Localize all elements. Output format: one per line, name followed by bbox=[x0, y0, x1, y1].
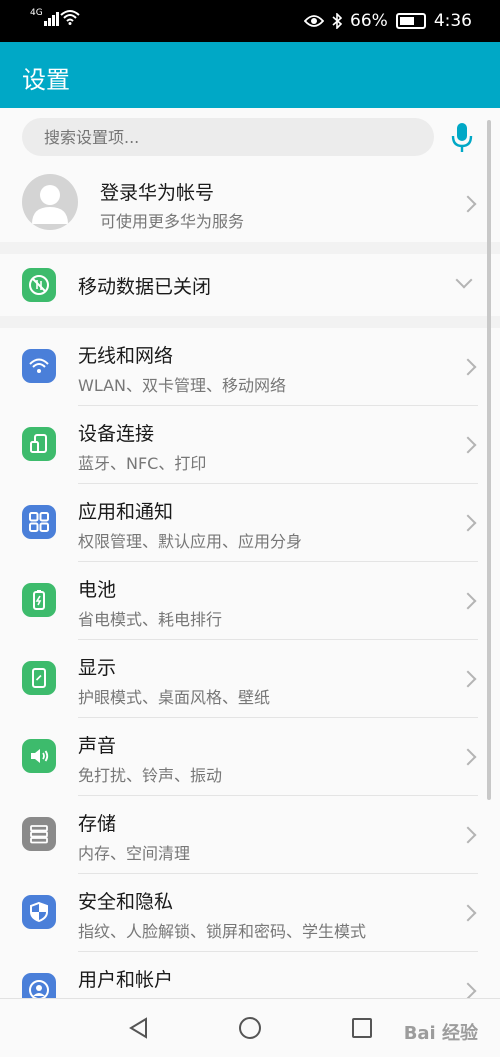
sound-icon bbox=[22, 739, 56, 773]
mobile-data-inner bbox=[0, 254, 500, 316]
apps-icon bbox=[22, 505, 56, 539]
settings-content[interactable]: 登录华为帐号 可使用更多华为服务 移动数据已关闭 无线和网络 WLAN、 bbox=[0, 108, 500, 998]
list-item-wireless[interactable]: 无线和网络 WLAN、双卡管理、移动网络 bbox=[0, 328, 500, 406]
settings-list: 无线和网络 WLAN、双卡管理、移动网络 设备连接 蓝牙、NFC、打印 应用和通… bbox=[0, 328, 500, 998]
eye-comfort-icon bbox=[304, 15, 325, 27]
chevron-right-icon bbox=[459, 670, 477, 688]
list-item-subtitle: 省电模式、耗电排行 bbox=[78, 610, 223, 629]
bluetooth-icon bbox=[332, 13, 343, 29]
chevron-right-icon bbox=[459, 982, 477, 998]
back-icon[interactable] bbox=[127, 1016, 151, 1040]
list-item-subtitle: 指纹、人脸解锁、锁屏和密码、学生模式 bbox=[78, 922, 367, 941]
list-item-storage[interactable]: 存储 内存、空间清理 bbox=[0, 796, 500, 874]
mobile-data-row[interactable]: 移动数据已关闭 bbox=[0, 254, 500, 316]
battery-icon bbox=[22, 583, 56, 617]
security-icon bbox=[22, 895, 56, 929]
status-bar: 4G 66% 4:36 bbox=[0, 0, 500, 42]
list-item-subtitle: 蓝牙、NFC、打印 bbox=[78, 454, 207, 473]
chevron-right-icon bbox=[459, 514, 477, 532]
list-item-title: 安全和隐私 bbox=[78, 891, 174, 913]
list-item-title: 设备连接 bbox=[78, 423, 155, 445]
home-icon[interactable] bbox=[238, 1016, 262, 1040]
device-connect-icon bbox=[22, 427, 56, 461]
account-subtitle: 可使用更多华为服务 bbox=[100, 212, 245, 231]
account-title: 登录华为帐号 bbox=[100, 182, 215, 204]
battery-percent: 66% bbox=[350, 11, 388, 31]
storage-icon bbox=[22, 817, 56, 851]
signal-icon bbox=[44, 10, 59, 26]
app-bar: 设置 bbox=[0, 42, 500, 108]
wifi-icon bbox=[22, 349, 56, 383]
chevron-right-icon bbox=[459, 592, 477, 610]
list-item-subtitle: 免打扰、铃声、振动 bbox=[78, 766, 223, 785]
list-item-subtitle: WLAN、双卡管理、移动网络 bbox=[78, 376, 287, 395]
search-bar bbox=[0, 108, 500, 166]
list-item-battery[interactable]: 电池 省电模式、耗电排行 bbox=[0, 562, 500, 640]
recents-icon[interactable] bbox=[350, 1016, 374, 1040]
list-item-users-accounts[interactable]: 用户和帐户 bbox=[0, 952, 500, 998]
list-item-title: 电池 bbox=[78, 579, 117, 601]
display-icon bbox=[22, 661, 56, 695]
list-item-security-privacy[interactable]: 安全和隐私 指纹、人脸解锁、锁屏和密码、学生模式 bbox=[0, 874, 500, 952]
default-avatar-icon bbox=[32, 185, 68, 224]
mobile-data-off-icon bbox=[22, 268, 56, 302]
chevron-right-icon bbox=[459, 904, 477, 922]
chevron-right-icon bbox=[459, 358, 477, 376]
chevron-right-icon bbox=[459, 195, 477, 213]
signal-indicator: 4G bbox=[30, 8, 59, 26]
battery-icon bbox=[395, 13, 426, 29]
chevron-right-icon bbox=[459, 826, 477, 844]
chevron-right-icon bbox=[459, 436, 477, 454]
mobile-data-label: 移动数据已关闭 bbox=[78, 276, 212, 298]
list-item-device-connection[interactable]: 设备连接 蓝牙、NFC、打印 bbox=[0, 406, 500, 484]
list-item-display[interactable]: 显示 护眼模式、桌面风格、壁纸 bbox=[0, 640, 500, 718]
list-item-title: 无线和网络 bbox=[78, 345, 174, 367]
list-item-title: 存储 bbox=[78, 813, 117, 835]
navigation-bar: Bai 经验 bbox=[0, 998, 500, 1057]
list-item-title: 用户和帐户 bbox=[78, 969, 174, 991]
page-title: 设置 bbox=[22, 66, 70, 94]
user-icon bbox=[22, 973, 56, 998]
network-type: 4G bbox=[30, 8, 43, 18]
list-item-subtitle: 权限管理、默认应用、应用分身 bbox=[78, 532, 303, 551]
list-item-subtitle: 内存、空间清理 bbox=[78, 844, 191, 863]
list-item-title: 应用和通知 bbox=[78, 501, 174, 523]
list-item-apps-notifications[interactable]: 应用和通知 权限管理、默认应用、应用分身 bbox=[0, 484, 500, 562]
list-item-sound[interactable]: 声音 免打扰、铃声、振动 bbox=[0, 718, 500, 796]
watermark-logo: Bai 经验 bbox=[403, 1023, 478, 1044]
wifi-status-icon bbox=[60, 10, 80, 25]
search-input[interactable] bbox=[22, 118, 434, 156]
microphone-icon[interactable] bbox=[451, 122, 473, 154]
huawei-account-row[interactable]: 登录华为帐号 可使用更多华为服务 bbox=[0, 166, 500, 242]
list-item-title: 声音 bbox=[78, 735, 117, 757]
search-box[interactable] bbox=[22, 118, 434, 156]
chevron-right-icon bbox=[459, 748, 477, 766]
scrollbar[interactable] bbox=[487, 120, 491, 800]
list-item-subtitle: 护眼模式、桌面风格、壁纸 bbox=[78, 688, 271, 707]
clock: 4:36 bbox=[433, 11, 472, 31]
list-item-title: 显示 bbox=[78, 657, 117, 679]
avatar bbox=[22, 174, 78, 230]
